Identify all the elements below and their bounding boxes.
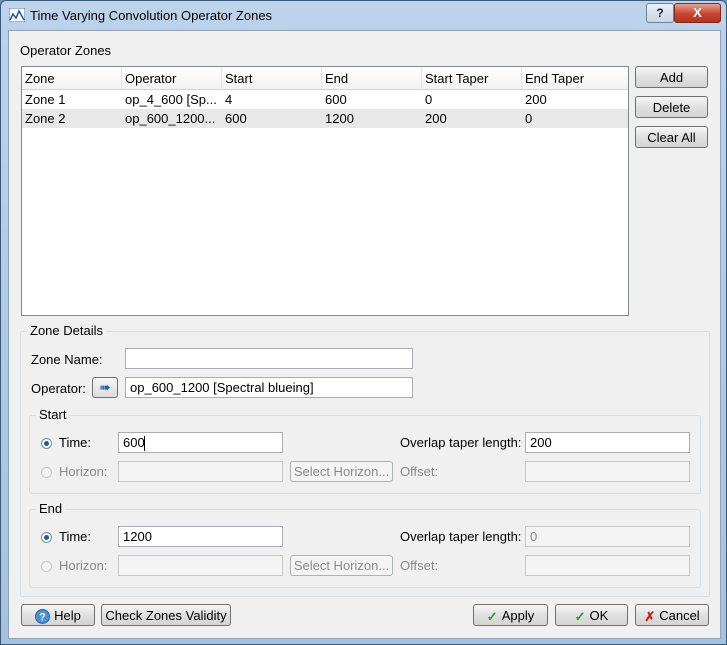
check-zones-validity-button[interactable]: Check Zones Validity xyxy=(101,604,231,626)
table-row[interactable]: Zone 1 op_4_600 [Sp... 4 600 0 200 xyxy=(22,90,628,109)
zone-name-label: Zone Name: xyxy=(31,352,103,367)
table-cell: op_600_1200... xyxy=(125,111,216,126)
table-cell: 0 xyxy=(425,92,433,107)
table-cell: 200 xyxy=(425,111,447,126)
table-cell: 600 xyxy=(325,92,347,107)
operator-zones-table[interactable]: Zone Operator Start End Start Taper End … xyxy=(21,66,629,316)
end-offset-label: Offset: xyxy=(400,558,439,573)
clear-all-button[interactable]: Clear All xyxy=(635,126,708,148)
start-time-label: Time: xyxy=(59,435,92,450)
table-cell: 1200 xyxy=(325,111,354,126)
cancel-button-label: Cancel xyxy=(659,608,700,623)
text-cursor xyxy=(144,436,145,451)
column-header-end-taper[interactable]: End Taper xyxy=(525,71,584,86)
arrow-right-icon: ➠ xyxy=(99,379,111,395)
end-select-horizon-button[interactable]: Select Horizon... xyxy=(290,555,393,576)
start-label: Start xyxy=(36,407,70,422)
end-horizon-radio[interactable] xyxy=(41,561,52,572)
zone-details-label: Zone Details xyxy=(27,323,106,338)
column-divider[interactable] xyxy=(321,67,322,89)
operator-select-button[interactable]: ➠ xyxy=(92,377,118,398)
end-group: End Time: 1200 Overlap taper length: 0 H… xyxy=(29,501,701,588)
zone-details-group: Zone Details Zone Name: Operator: ➠ op_6… xyxy=(20,323,710,597)
start-overlap-label: Overlap taper length: xyxy=(400,435,522,450)
end-horizon-input[interactable] xyxy=(118,555,283,576)
operator-label: Operator: xyxy=(31,381,86,396)
start-select-horizon-button[interactable]: Select Horizon... xyxy=(290,461,393,482)
start-time-radio[interactable] xyxy=(41,438,52,449)
table-row-selected[interactable]: Zone 2 op_600_1200... 600 1200 200 0 xyxy=(22,109,628,128)
start-overlap-input[interactable]: 200 xyxy=(525,432,690,453)
column-header-zone[interactable]: Zone xyxy=(25,71,55,86)
end-label: End xyxy=(36,501,66,516)
add-button[interactable]: Add xyxy=(635,66,708,88)
end-horizon-label: Horizon: xyxy=(59,558,108,573)
help-button[interactable]: ? Help xyxy=(21,604,95,626)
end-overlap-input[interactable]: 0 xyxy=(525,526,690,547)
column-header-start[interactable]: Start xyxy=(225,71,252,86)
start-time-input[interactable]: 600 xyxy=(118,432,283,453)
window-title: Time Varying Convolution Operator Zones xyxy=(30,8,273,23)
column-header-end[interactable]: End xyxy=(325,71,348,86)
title-help-button[interactable]: ? xyxy=(646,3,674,23)
column-header-operator[interactable]: Operator xyxy=(125,71,176,86)
start-offset-input[interactable] xyxy=(525,461,690,482)
column-header-start-taper[interactable]: Start Taper xyxy=(425,71,488,86)
table-cell: 600 xyxy=(225,111,247,126)
help-button-label: Help xyxy=(54,608,81,623)
column-divider[interactable] xyxy=(221,67,222,89)
end-overlap-label: Overlap taper length: xyxy=(400,529,522,544)
column-divider[interactable] xyxy=(421,67,422,89)
ok-button[interactable]: ✓ OK xyxy=(555,604,628,626)
table-cell: Zone 2 xyxy=(25,111,66,126)
start-time-value: 600 xyxy=(123,435,145,450)
end-time-radio[interactable] xyxy=(41,532,52,543)
start-horizon-radio[interactable] xyxy=(41,467,52,478)
apply-button-label: Apply xyxy=(501,608,535,623)
operator-zones-label: Operator Zones xyxy=(20,43,112,58)
start-horizon-input[interactable] xyxy=(118,461,283,482)
dialog-window: Time Varying Convolution Operator Zones … xyxy=(0,0,727,645)
table-cell: 200 xyxy=(525,92,547,107)
checkmark-icon: ✓ xyxy=(486,608,498,624)
start-offset-label: Offset: xyxy=(400,464,439,479)
table-cell: Zone 1 xyxy=(25,92,66,107)
start-horizon-label: Horizon: xyxy=(59,464,108,479)
title-bar[interactable]: Time Varying Convolution Operator Zones … xyxy=(1,1,726,29)
cross-icon: ✗ xyxy=(644,608,656,624)
help-icon: ? xyxy=(35,609,51,625)
checkmark-icon: ✓ xyxy=(574,608,586,624)
table-cell: 0 xyxy=(525,111,533,126)
table-cell: op_4_600 [Sp... xyxy=(125,92,217,107)
column-divider[interactable] xyxy=(521,67,522,89)
start-group: Start Time: 600 Overlap taper length: 20… xyxy=(29,407,701,494)
column-divider[interactable] xyxy=(121,67,122,89)
apply-button[interactable]: ✓ Apply xyxy=(473,604,548,626)
dialog-client-area: Operator Zones Zone Operator Start End S… xyxy=(8,30,721,639)
zone-name-input[interactable] xyxy=(125,348,413,369)
operator-input[interactable]: op_600_1200 [Spectral blueing] xyxy=(125,377,413,398)
table-header: Zone Operator Start End Start Taper End … xyxy=(22,67,628,90)
svg-text:?: ? xyxy=(39,612,46,624)
end-time-input[interactable]: 1200 xyxy=(118,526,283,547)
title-close-button[interactable]: X xyxy=(674,3,721,23)
table-cell: 4 xyxy=(225,92,233,107)
ok-button-label: OK xyxy=(589,608,609,623)
end-time-label: Time: xyxy=(59,529,92,544)
chart-icon xyxy=(9,8,25,22)
delete-button[interactable]: Delete xyxy=(635,96,708,118)
cancel-button[interactable]: ✗ Cancel xyxy=(635,604,709,626)
end-offset-input[interactable] xyxy=(525,555,690,576)
